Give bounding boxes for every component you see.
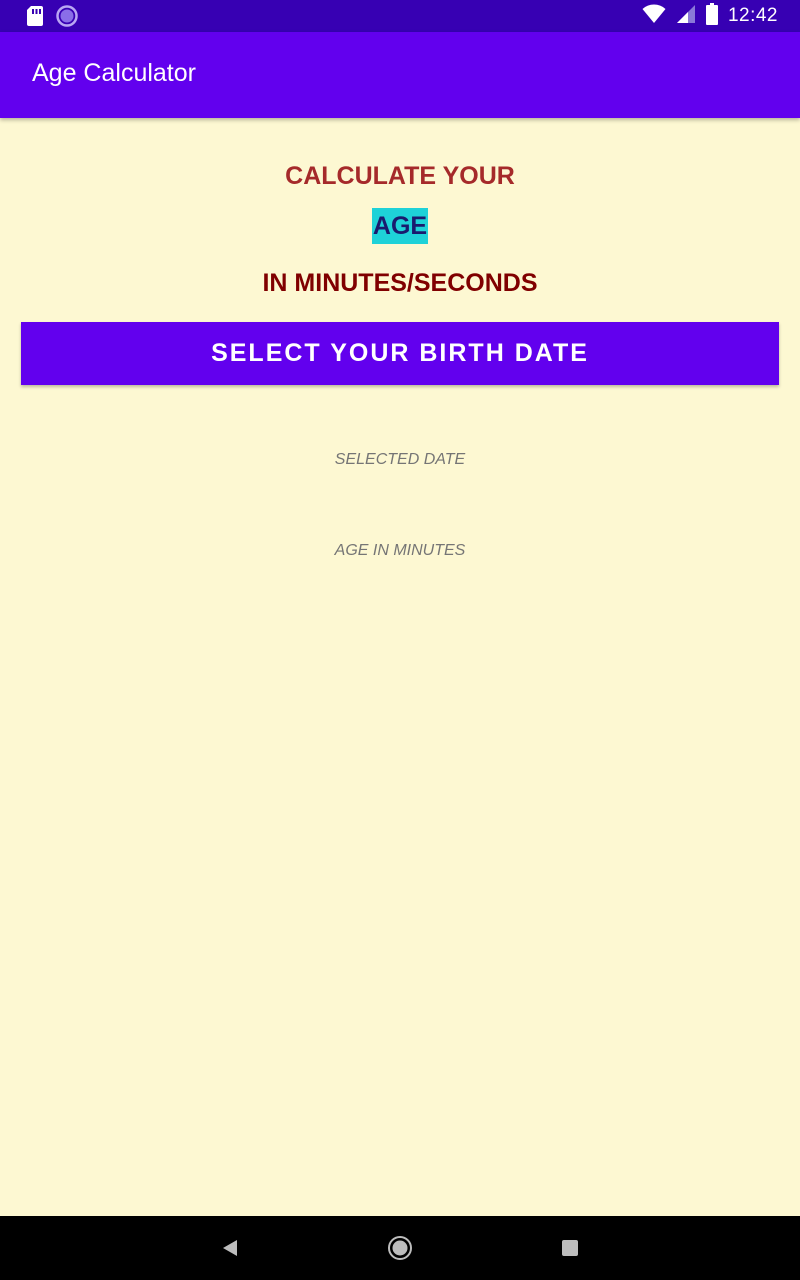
battery-icon: [705, 2, 718, 30]
recents-icon[interactable]: [554, 1232, 586, 1264]
selected-date-text: SELECTED DATE: [334, 451, 466, 468]
status-bar: 12:42: [0, 0, 800, 32]
select-birth-date-button[interactable]: SELECT YOUR BIRTH DATE: [21, 322, 779, 385]
back-icon[interactable]: [214, 1232, 246, 1264]
status-time: 12:42: [727, 5, 778, 26]
app-screen: 12:42 Age Calculator CALCULATE YOUR AGE …: [0, 0, 800, 1280]
navigation-bar: [0, 1216, 800, 1280]
sd-card-icon: [26, 5, 44, 32]
sync-circle-icon: [56, 5, 78, 32]
heading-in-minutes-seconds: IN MINUTES/SECONDS: [262, 269, 538, 297]
cellular-signal-icon: [676, 4, 696, 29]
app-bar: Age Calculator: [0, 32, 800, 118]
heading-age: AGE: [371, 208, 429, 244]
status-right-icons: 12:42: [642, 0, 778, 32]
age-in-minutes-text: AGE IN MINUTES: [334, 542, 466, 559]
app-title: Age Calculator: [32, 59, 196, 87]
wifi-icon: [642, 4, 666, 29]
status-left-icons: [26, 5, 78, 32]
home-icon[interactable]: [384, 1232, 416, 1264]
age-heading-container: AGE: [0, 208, 800, 244]
heading-calculate-your: CALCULATE YOUR: [285, 162, 515, 190]
